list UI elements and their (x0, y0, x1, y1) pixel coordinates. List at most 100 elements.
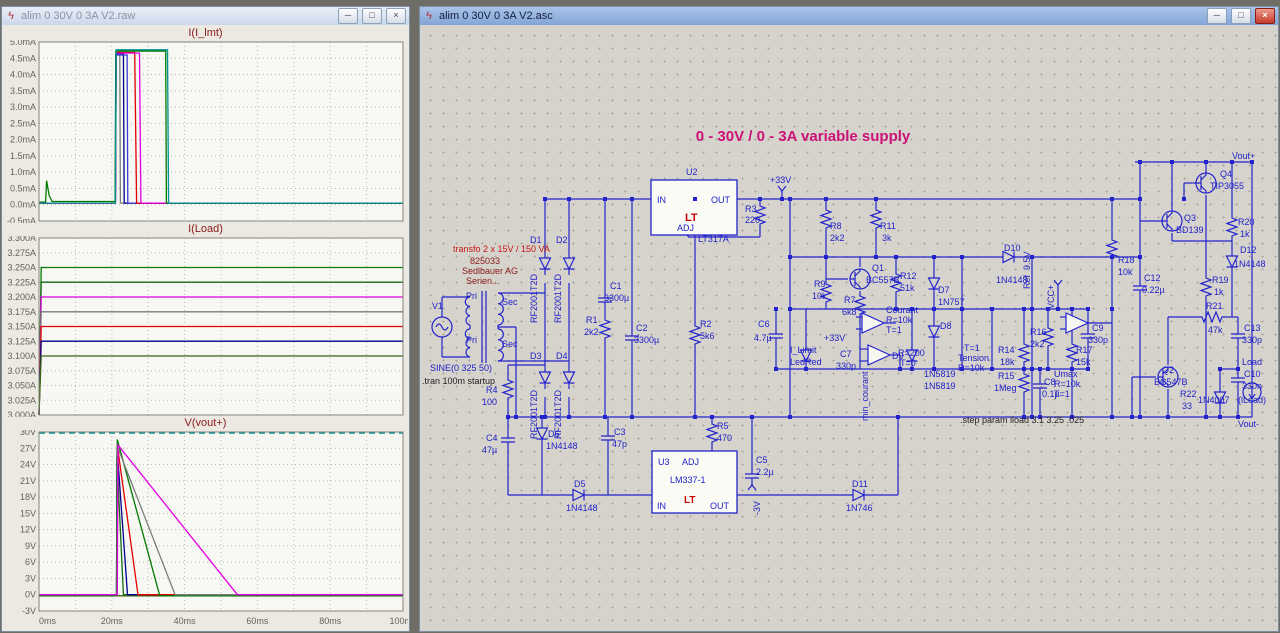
schematic-label[interactable]: R19 (1212, 275, 1229, 285)
schematic-label[interactable]: R16 (1030, 327, 1047, 337)
schematic-label[interactable]: 1N5819 (924, 369, 956, 379)
schematic-label[interactable]: R=10k (1054, 379, 1081, 389)
schematic-label[interactable]: +33V (770, 175, 791, 185)
schematic-label[interactable]: 330p (836, 361, 856, 371)
schematic-label[interactable]: transfo 2 x 15V / 150 VA (453, 244, 550, 254)
schematic-label[interactable]: T=1 (964, 343, 980, 353)
schematic-label[interactable]: 1k (1214, 287, 1224, 297)
schematic-label[interactable]: 0 - 30V / 0 - 3A variable supply (696, 128, 911, 145)
schematic-label[interactable]: R18 (1118, 255, 1135, 265)
schematic-label[interactable]: U2 (686, 167, 698, 177)
waveform-plot-3[interactable]: 30V 27V 24V 21V 18V 15V 12V 9V 6V 3V 0V -3V0ms 20ms 4… (2, 430, 408, 628)
schematic-label[interactable]: R1 (586, 315, 598, 325)
schematic-label[interactable]: 10k (1118, 267, 1133, 277)
schematic-label[interactable]: ADJ (682, 457, 699, 467)
diode-symbol[interactable] (562, 369, 576, 389)
sine-glyph[interactable] (435, 323, 449, 331)
schematic-label[interactable]: R5 (717, 421, 729, 431)
schematic-label[interactable]: R9 (814, 279, 826, 289)
schematic-label[interactable]: D7 (938, 285, 950, 295)
schematic-label[interactable]: R15 (998, 371, 1015, 381)
schematic-canvas[interactable]: 0 - 30V / 0 - 3A variable supply U2 IN OUT A… (420, 25, 1278, 631)
schematic-label[interactable]: RF2001T2D (529, 389, 539, 439)
schematic-label[interactable]: D11 (852, 479, 868, 489)
schematic-label[interactable]: +33V (824, 333, 845, 343)
primary-coil[interactable] (464, 296, 471, 326)
schematic-label[interactable]: 1N4148 (1234, 259, 1266, 269)
schematic-label[interactable]: Q1 (872, 263, 884, 273)
opamp-symbol[interactable] (1065, 312, 1090, 334)
schematic-label[interactable]: 2k2 (584, 327, 599, 337)
schematic-label[interactable]: IN (657, 501, 666, 511)
schematic-label[interactable]: 330n (1242, 381, 1262, 391)
restore-button[interactable]: □ (1231, 8, 1251, 24)
schematic-label[interactable]: 3300µ (604, 293, 629, 303)
schematic-label[interactable]: C4 (486, 433, 498, 443)
schematic-label[interactable]: R8 (830, 221, 842, 231)
waveform-titlebar[interactable]: ϟ alim 0 30V 0 3A V2.raw ─ □ × (2, 7, 409, 26)
lt-logo[interactable]: LT (685, 212, 698, 224)
schematic-label[interactable]: Sedlbauer AG (462, 266, 518, 276)
diode-symbol[interactable] (538, 369, 552, 389)
resistor-symbol[interactable] (1198, 310, 1226, 324)
schematic-label[interactable]: Vout+ (1232, 151, 1255, 161)
schematic-label[interactable]: LT317A (698, 234, 729, 244)
waveform-plot-1[interactable]: 5.0mA 4.5mA 4.0mA 3.5mA 3.0mA 2.5mA 2.0mA 1.5mA… (2, 40, 408, 223)
schematic-label[interactable]: (lLoad) (1238, 395, 1266, 405)
schematic-label[interactable]: C6 (758, 319, 770, 329)
schematic-label[interactable]: R11 (880, 221, 896, 231)
resistor-symbol[interactable] (688, 323, 702, 347)
plot-title[interactable]: I(Load) (2, 223, 409, 236)
schematic-label[interactable]: 47µ (482, 445, 497, 455)
schematic-label[interactable]: 0.22µ (1142, 285, 1165, 295)
opamp-symbol[interactable] (867, 344, 892, 366)
schematic-label[interactable]: OUT (711, 195, 731, 205)
schematic-label[interactable]: D9 (892, 351, 904, 361)
schematic-label[interactable]: Sec (502, 297, 518, 307)
schematic-label[interactable]: D12 (1240, 245, 1257, 255)
diode-symbol[interactable] (538, 255, 552, 275)
resistor-symbol[interactable] (501, 377, 515, 401)
minimize-button[interactable]: ─ (338, 8, 358, 24)
schematic-label[interactable]: 825033 (470, 256, 500, 266)
schematic-label[interactable]: 1N5819 (924, 381, 956, 391)
schematic-label[interactable]: 2k2 (830, 233, 845, 243)
transistor-leads[interactable] (1162, 211, 1173, 231)
schematic-label[interactable]: C9 (1092, 323, 1104, 333)
schematic-label[interactable]: Umax (1054, 369, 1078, 379)
schematic-label[interactable]: R3 (745, 204, 757, 214)
schematic-label[interactable]: Courant (886, 305, 919, 315)
resistor-symbol[interactable] (1017, 371, 1031, 395)
close-button[interactable]: × (1255, 8, 1275, 24)
schematic-label[interactable]: C3 (614, 427, 626, 437)
schematic-label[interactable]: .tran 100m startup (422, 376, 495, 386)
schematic-label[interactable]: IN (657, 195, 666, 205)
schematic-label[interactable]: R=10k (958, 363, 985, 373)
schematic-label[interactable]: D4 (556, 351, 568, 361)
schematic-label[interactable]: -3V (752, 501, 762, 515)
schematic-label[interactable]: D3 (530, 351, 542, 361)
plot-title[interactable]: V(vout+) (2, 417, 409, 430)
schematic-label[interactable]: C13 (1244, 323, 1261, 333)
schematic-label[interactable]: R=10k (886, 315, 913, 325)
schematic-label[interactable]: Sec (502, 339, 518, 349)
schematic-label[interactable]: TIP3055 (1210, 181, 1244, 191)
schematic-label[interactable]: 47p (612, 439, 627, 449)
schematic-label[interactable]: ADJ (677, 223, 694, 233)
schematic-label[interactable]: C5 (756, 455, 768, 465)
schematic-label[interactable]: D1 (530, 235, 542, 245)
diode-symbol[interactable] (850, 488, 870, 502)
schematic-label[interactable]: Load (1242, 357, 1262, 367)
schematic-label[interactable]: 2k2 (1030, 339, 1045, 349)
schematic-label[interactable]: 15k (1076, 357, 1091, 367)
power-flag-33v[interactable] (777, 185, 787, 192)
schematic-label[interactable]: 3k (882, 233, 892, 243)
resistor-symbol[interactable] (1225, 215, 1239, 239)
schematic-label[interactable]: Q4 (1220, 169, 1232, 179)
lt-logo[interactable]: LT (684, 495, 695, 506)
restore-button[interactable]: □ (362, 8, 382, 24)
schematic-label[interactable]: 1N4148 (546, 441, 578, 451)
schematic-label[interactable]: 2.2µ (756, 467, 774, 477)
capacitor-symbol[interactable] (501, 429, 515, 449)
schematic-label[interactable]: R20 (1238, 217, 1255, 227)
